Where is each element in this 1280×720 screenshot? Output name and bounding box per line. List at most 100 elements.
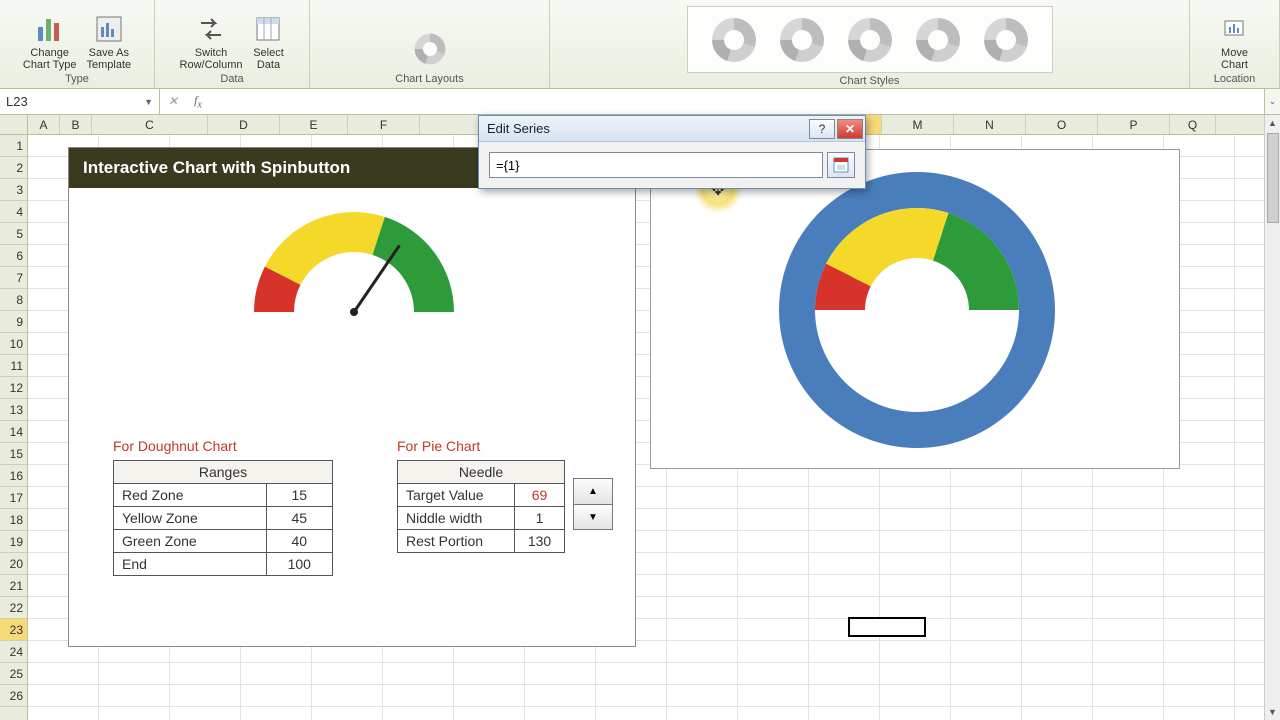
chart-styles-gallery[interactable] [687, 6, 1053, 73]
collapse-dialog-button[interactable] [827, 152, 855, 178]
row-header[interactable]: 11 [0, 355, 27, 377]
col-header[interactable]: N [954, 115, 1026, 134]
chart-layout-thumb[interactable] [414, 34, 445, 65]
row-header[interactable]: 22 [0, 597, 27, 619]
row-header[interactable]: 20 [0, 553, 27, 575]
row-header[interactable]: 4 [0, 201, 27, 223]
scrollbar-thumb[interactable] [1267, 133, 1279, 223]
row-header[interactable]: 7 [0, 267, 27, 289]
gauge-chart [239, 192, 469, 352]
ribbon: Change Chart Type Save As Template Type … [0, 0, 1280, 89]
scroll-up-icon[interactable]: ▲ [1265, 115, 1280, 131]
group-label-layouts: Chart Layouts [395, 71, 463, 86]
fx-icon[interactable]: fx [186, 93, 210, 110]
spin-up-button[interactable]: ▲ [573, 478, 613, 504]
table-header: Ranges [114, 461, 333, 484]
dialog-titlebar[interactable]: Edit Series ? ✕ [479, 116, 865, 142]
switch-row-column-button[interactable]: Switch Row/Column [180, 13, 243, 71]
col-header[interactable]: D [208, 115, 280, 134]
col-header[interactable]: E [280, 115, 348, 134]
select-data-icon [252, 13, 284, 45]
row-header[interactable]: 14 [0, 421, 27, 443]
table-row: Green Zone40 [114, 530, 333, 553]
chart-style-thumb[interactable] [712, 18, 756, 62]
group-label-type: Type [65, 71, 89, 86]
move-chart-icon [1219, 13, 1251, 45]
dashboard-panel: Interactive Chart with Spinbutton For Do… [68, 147, 636, 647]
table-header: Needle [398, 461, 565, 484]
table-row: Yellow Zone45 [114, 507, 333, 530]
group-label-location: Location [1214, 71, 1256, 86]
template-icon [93, 13, 125, 45]
row-header[interactable]: 23 [0, 619, 27, 641]
row-header[interactable]: 8 [0, 289, 27, 311]
select-data-button[interactable]: Select Data [252, 13, 284, 71]
chart-type-icon [34, 13, 66, 45]
row-header[interactable]: 19 [0, 531, 27, 553]
spin-down-button[interactable]: ▼ [573, 504, 613, 530]
change-chart-type-button[interactable]: Change Chart Type [23, 13, 77, 71]
row-headers[interactable]: 1234567891011121314151617181920212223242… [0, 135, 28, 720]
row-header[interactable]: 15 [0, 443, 27, 465]
vertical-scrollbar[interactable]: ▲ ▼ [1264, 115, 1280, 720]
chart-style-thumb[interactable] [984, 18, 1028, 62]
table-row: End100 [114, 553, 333, 576]
group-label-styles: Chart Styles [840, 73, 900, 88]
select-all-corner[interactable] [0, 115, 28, 134]
close-button[interactable]: ✕ [837, 119, 863, 139]
col-header[interactable]: P [1098, 115, 1170, 134]
row-header[interactable]: 24 [0, 641, 27, 663]
formula-input[interactable] [210, 94, 1264, 109]
move-chart-button[interactable]: Move Chart [1219, 13, 1251, 71]
row-header[interactable]: 3 [0, 179, 27, 201]
pie-table: Needle Target Value69 Niddle width1 Rest… [397, 460, 565, 553]
save-as-template-button[interactable]: Save As Template [86, 13, 131, 71]
spin-button[interactable]: ▲ ▼ [573, 478, 613, 530]
dialog-title: Edit Series [487, 121, 807, 136]
row-header[interactable]: 16 [0, 465, 27, 487]
row-header[interactable]: 6 [0, 245, 27, 267]
col-header[interactable]: F [348, 115, 420, 134]
col-header[interactable]: A [28, 115, 60, 134]
col-header[interactable]: Q [1170, 115, 1216, 134]
row-header[interactable]: 26 [0, 685, 27, 707]
expand-formula-bar[interactable]: ⌄ [1264, 89, 1280, 114]
name-box[interactable]: L23▼ [0, 89, 160, 114]
chart-style-thumb[interactable] [848, 18, 892, 62]
row-header[interactable]: 12 [0, 377, 27, 399]
help-button[interactable]: ? [809, 119, 835, 139]
col-header[interactable]: B [60, 115, 92, 134]
group-label-data: Data [220, 71, 243, 86]
row-header[interactable]: 21 [0, 575, 27, 597]
row-header[interactable]: 18 [0, 509, 27, 531]
pie-table-title: For Pie Chart [397, 438, 480, 454]
table-row: Red Zone15 [114, 484, 333, 507]
table-row: Rest Portion130 [398, 530, 565, 553]
table-row: Niddle width1 [398, 507, 565, 530]
cancel-formula-icon[interactable]: ✕ [160, 94, 186, 109]
doughnut-table-title: For Doughnut Chart [113, 438, 237, 454]
scroll-down-icon[interactable]: ▼ [1265, 704, 1280, 720]
doughnut-table: Ranges Red Zone15 Yellow Zone45 Green Zo… [113, 460, 333, 576]
row-header[interactable]: 1 [0, 135, 27, 157]
chart-style-thumb[interactable] [916, 18, 960, 62]
col-header[interactable]: O [1026, 115, 1098, 134]
col-header[interactable]: C [92, 115, 208, 134]
edit-series-dialog: Edit Series ? ✕ [478, 115, 866, 189]
row-header[interactable]: 25 [0, 663, 27, 685]
doughnut-chart-right [779, 172, 1055, 448]
switch-icon [195, 13, 227, 45]
active-cell[interactable] [848, 617, 926, 637]
row-header[interactable]: 10 [0, 333, 27, 355]
row-header[interactable]: 13 [0, 399, 27, 421]
table-row: Target Value69 [398, 484, 565, 507]
row-header[interactable]: 2 [0, 157, 27, 179]
row-header[interactable]: 5 [0, 223, 27, 245]
row-header[interactable]: 9 [0, 311, 27, 333]
chevron-down-icon: ▼ [144, 97, 153, 107]
series-values-input[interactable] [489, 152, 823, 178]
col-header[interactable]: M [882, 115, 954, 134]
chart-style-thumb[interactable] [780, 18, 824, 62]
formula-bar: L23▼ ✕ fx ⌄ [0, 89, 1280, 115]
row-header[interactable]: 17 [0, 487, 27, 509]
